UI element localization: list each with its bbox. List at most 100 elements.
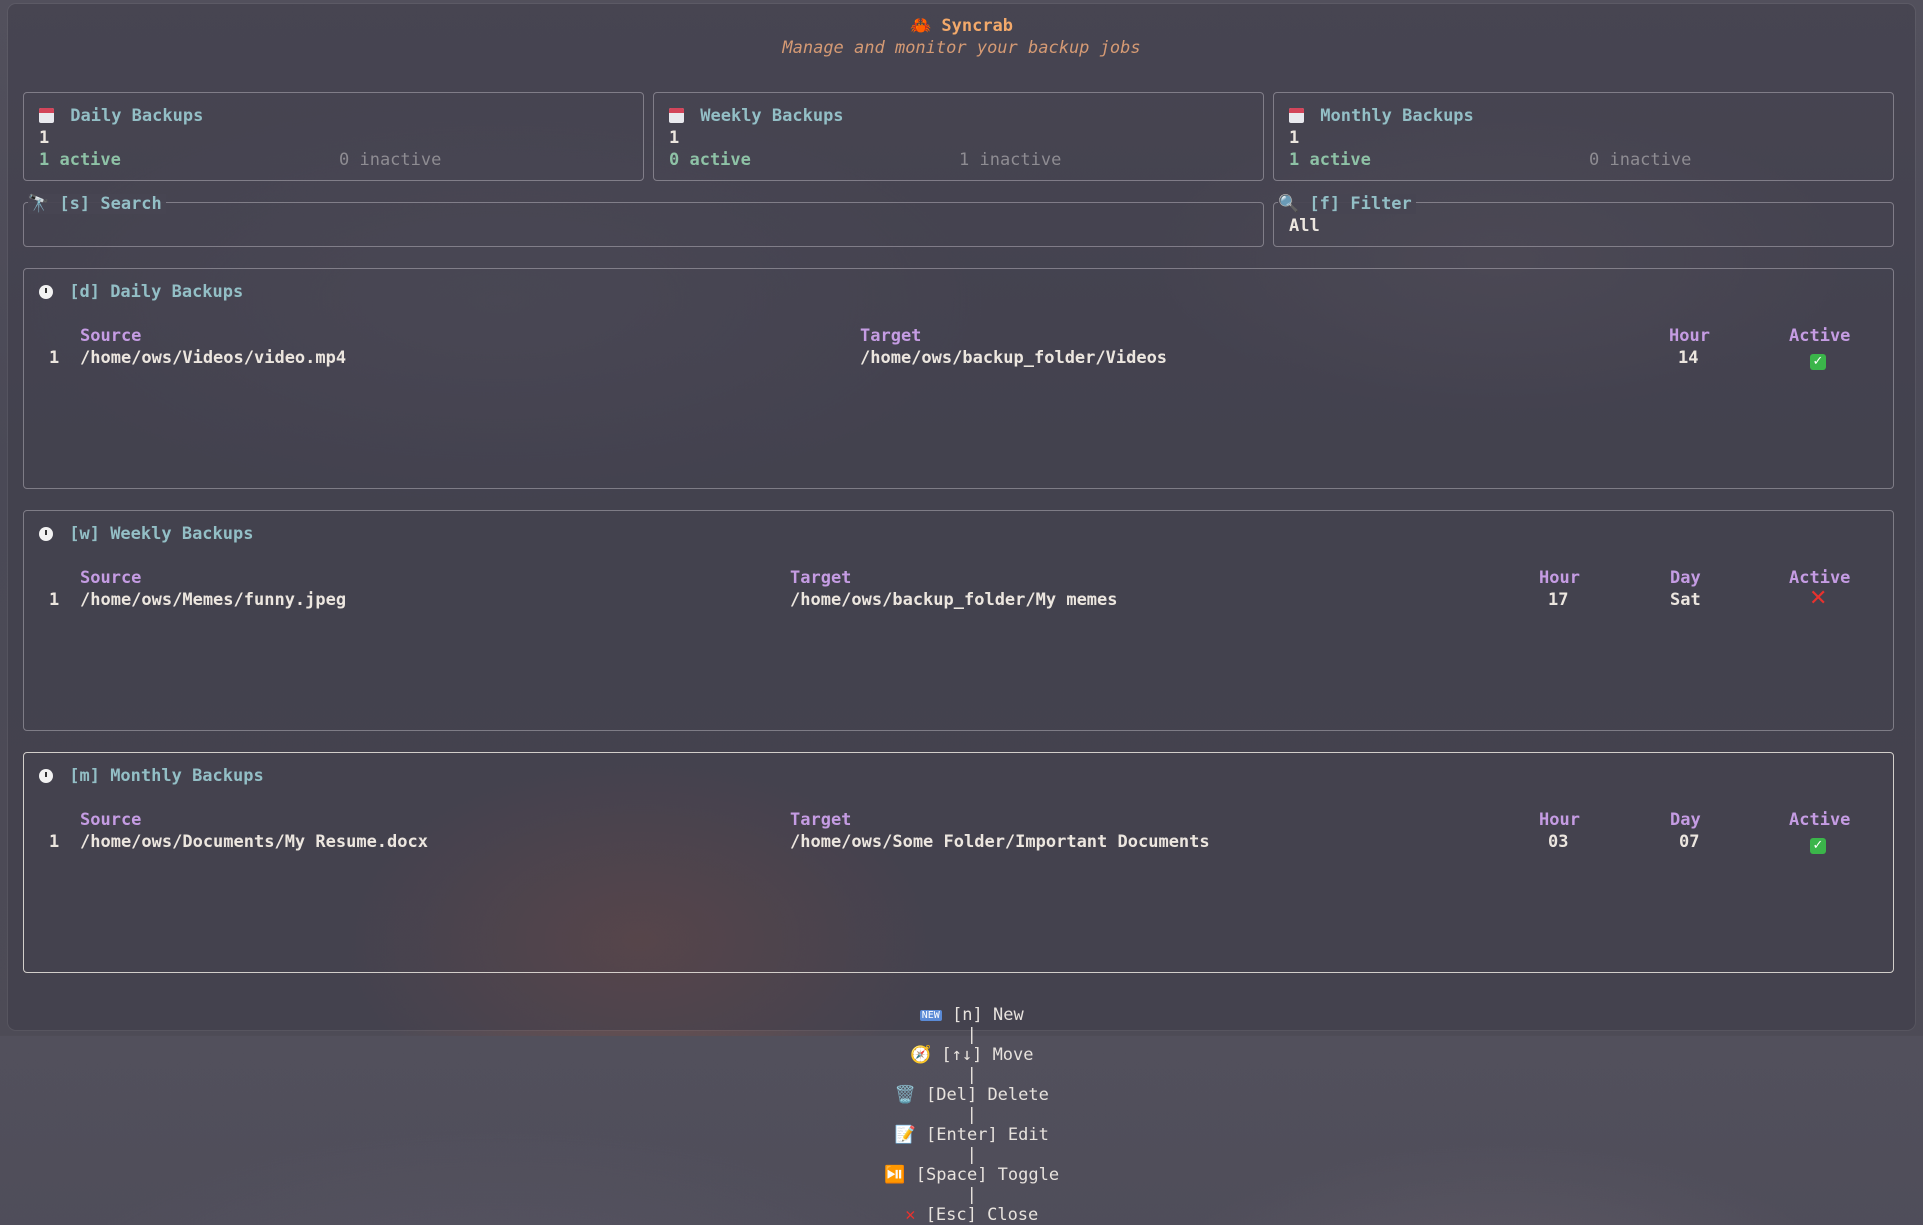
- trash-icon: 🗑️: [894, 1085, 916, 1105]
- search-title: 🔭 [s] Search: [28, 194, 166, 214]
- separator: |: [966, 1185, 977, 1205]
- daily-table-label: [d] Daily Backups: [69, 282, 244, 302]
- search-label: [s] Search: [59, 194, 162, 214]
- clock-icon: [39, 527, 53, 541]
- column-header-day: Day: [1670, 568, 1701, 588]
- delete-keybind[interactable]: 🗑️ [Del] Delete: [895, 1085, 1049, 1105]
- monthly-summary-title: Monthly Backups: [1289, 106, 1474, 126]
- column-header-day: Day: [1670, 810, 1701, 830]
- weekly-summary-card: Weekly Backups 1 0 active 1 inactive: [653, 92, 1264, 181]
- column-header-active: Active: [1789, 810, 1851, 830]
- table-row[interactable]: 1 /home/ows/Videos/video.mp4 /home/ows/b…: [24, 346, 1893, 370]
- daily-summary-title: Daily Backups: [39, 106, 203, 126]
- weekly-summary-label: Weekly Backups: [700, 106, 844, 126]
- column-header-target: Target: [790, 810, 852, 830]
- telescope-icon: 🔭: [28, 194, 50, 214]
- column-header-target: Target: [860, 326, 922, 346]
- close-icon: ✕: [905, 1205, 916, 1225]
- crab-icon: 🦀: [909, 16, 932, 36]
- inactive-cross-icon[interactable]: ✕: [1809, 588, 1827, 610]
- filter-value: All: [1289, 216, 1320, 236]
- row-source: /home/ows/Memes/funny.jpeg: [80, 590, 347, 610]
- move-label: [↑↓] Move: [941, 1045, 1034, 1065]
- search-input[interactable]: 🔭 [s] Search: [23, 194, 1264, 247]
- row-target: /home/ows/backup_folder/Videos: [860, 348, 1168, 368]
- filter-select[interactable]: 🔍 [f] Filter All: [1273, 194, 1894, 247]
- active-check-icon[interactable]: ✓: [1810, 834, 1826, 854]
- new-icon: NEW: [919, 1010, 942, 1021]
- daily-summary-label: Daily Backups: [70, 106, 204, 126]
- row-day: Sat: [1670, 590, 1701, 610]
- column-header-source: Source: [80, 568, 142, 588]
- toggle-label: [Space] Toggle: [915, 1165, 1060, 1185]
- weekly-table-label: [w] Weekly Backups: [69, 524, 254, 544]
- column-header-hour: Hour: [1539, 810, 1580, 830]
- keybinding-bar: NEW [n] New | 🧭 [↑↓] Move | 🗑️ [Del] Del…: [0, 985, 1923, 1225]
- column-header-target: Target: [790, 568, 852, 588]
- monthly-count: 1: [1289, 128, 1300, 148]
- edit-label: [Enter] Edit: [926, 1125, 1049, 1145]
- calendar-icon: [39, 108, 54, 123]
- compass-icon: 🧭: [909, 1045, 932, 1065]
- memo-icon: 📝: [894, 1125, 916, 1145]
- column-header-source: Source: [80, 810, 142, 830]
- edit-keybind[interactable]: 📝 [Enter] Edit: [895, 1125, 1049, 1145]
- daily-inactive-count: 0 inactive: [339, 150, 442, 170]
- new-keybind[interactable]: NEW [n] New: [919, 1005, 1024, 1025]
- filter-label: [f] Filter: [1309, 194, 1412, 214]
- row-target: /home/ows/Some Folder/Important Document…: [790, 832, 1210, 852]
- filter-title: 🔍 [f] Filter: [1278, 194, 1416, 214]
- monthly-table-label: [m] Monthly Backups: [69, 766, 264, 786]
- column-header-hour: Hour: [1669, 326, 1710, 346]
- row-index: 1: [49, 348, 60, 368]
- clock-icon: [39, 285, 53, 299]
- row-source: /home/ows/Videos/video.mp4: [80, 348, 347, 368]
- monthly-table-title: [m] Monthly Backups: [39, 766, 264, 786]
- separator: |: [966, 1065, 977, 1085]
- new-label: [n] New: [952, 1005, 1024, 1025]
- row-target: /home/ows/backup_folder/My memes: [790, 590, 1118, 610]
- row-index: 1: [49, 832, 60, 852]
- weekly-backups-table[interactable]: [w] Weekly Backups Source Target Hour Da…: [23, 510, 1894, 731]
- play-pause-icon: ⏯️: [884, 1165, 906, 1185]
- app-subtitle: Manage and monitor your backup jobs: [782, 38, 1141, 58]
- separator: |: [966, 1025, 977, 1045]
- row-hour: 17: [1548, 590, 1569, 610]
- separator: |: [966, 1145, 977, 1165]
- daily-table-title: [d] Daily Backups: [39, 282, 243, 302]
- app-title: Syncrab: [941, 16, 1014, 36]
- weekly-active-count: 0 active: [669, 150, 751, 170]
- calendar-icon: [669, 108, 684, 123]
- app-header: 🦀 Syncrab Manage and monitor your backup…: [0, 16, 1923, 58]
- row-hour: 03: [1548, 832, 1569, 852]
- weekly-count: 1: [669, 128, 680, 148]
- row-day: 07: [1679, 832, 1700, 852]
- monthly-inactive-count: 0 inactive: [1589, 150, 1692, 170]
- daily-active-count: 1 active: [39, 150, 121, 170]
- monthly-summary-card: Monthly Backups 1 1 active 0 inactive: [1273, 92, 1894, 181]
- table-row[interactable]: 1 /home/ows/Memes/funny.jpeg /home/ows/b…: [24, 588, 1893, 611]
- monthly-backups-table[interactable]: [m] Monthly Backups Source Target Hour D…: [23, 752, 1894, 973]
- column-header-active: Active: [1789, 326, 1851, 346]
- weekly-table-title: [w] Weekly Backups: [39, 524, 253, 544]
- daily-summary-card: Daily Backups 1 1 active 0 inactive: [23, 92, 644, 181]
- delete-label: [Del] Delete: [926, 1085, 1049, 1105]
- weekly-summary-title: Weekly Backups: [669, 106, 844, 126]
- close-keybind[interactable]: ✕ [Esc] Close: [905, 1205, 1038, 1225]
- row-hour: 14: [1678, 348, 1699, 368]
- toggle-keybind[interactable]: ⏯️ [Space] Toggle: [884, 1165, 1059, 1185]
- close-label: [Esc] Close: [925, 1205, 1039, 1225]
- column-header-source: Source: [80, 326, 142, 346]
- active-check-icon[interactable]: ✓: [1810, 350, 1826, 370]
- monthly-active-count: 1 active: [1289, 150, 1371, 170]
- column-header-active: Active: [1789, 568, 1851, 588]
- daily-count: 1: [39, 128, 50, 148]
- row-index: 1: [49, 590, 60, 610]
- row-source: /home/ows/Documents/My Resume.docx: [80, 832, 428, 852]
- separator: |: [966, 1105, 977, 1125]
- magnifier-icon: 🔍: [1278, 194, 1300, 214]
- move-keybind[interactable]: 🧭 [↑↓] Move: [910, 1045, 1034, 1065]
- app-title-line: 🦀 Syncrab: [0, 16, 1923, 36]
- table-row[interactable]: 1 /home/ows/Documents/My Resume.docx /ho…: [24, 830, 1893, 854]
- daily-backups-table[interactable]: [d] Daily Backups Source Target Hour Act…: [23, 268, 1894, 489]
